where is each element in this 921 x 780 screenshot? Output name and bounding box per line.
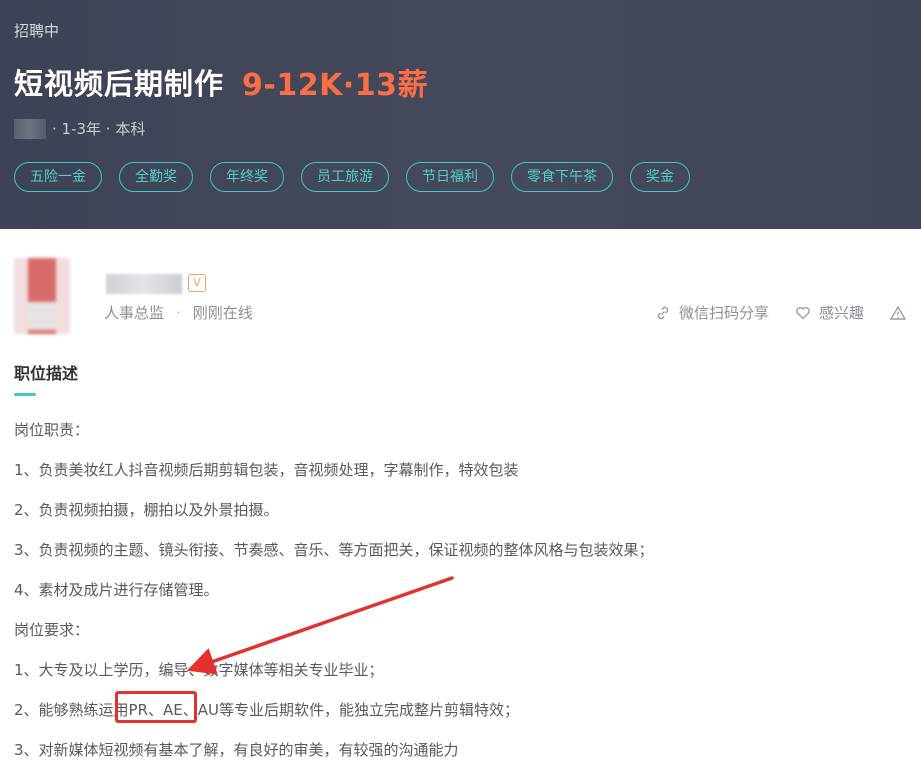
title-row: 短视频后期制作 9-12K·13薪 xyxy=(14,62,428,103)
job-actions: 微信扫码分享 感兴趣 xyxy=(629,302,914,323)
benefit-tag: 零食下午茶 xyxy=(511,162,613,192)
salary: 9-12K·13薪 xyxy=(242,68,428,103)
benefit-tag: 全勤奖 xyxy=(119,162,193,192)
description-line: 岗位要求： xyxy=(14,621,90,639)
description-line: 岗位职责： xyxy=(14,421,90,439)
warning-icon xyxy=(890,305,906,320)
description-line: 3、负责视频的主题、镜头衔接、节奏感、音乐、等方面把关，保证视频的整体风格与包装… xyxy=(14,541,654,559)
avatar[interactable] xyxy=(14,258,70,334)
benefit-tag: 五险一金 xyxy=(14,162,102,192)
benefit-tag: 节日福利 xyxy=(406,162,494,192)
benefit-tag: 员工旅游 xyxy=(301,162,389,192)
benefit-tag: 年终奖 xyxy=(210,162,284,192)
recruiter-name-blurred xyxy=(106,274,182,294)
recruiter-card: V 人事总监 · 刚刚在线 微信扫码分享 感兴趣 xyxy=(14,258,914,338)
description-line: 3、对新媒体短视频有基本了解，有良好的审美，有较强的沟通能力 xyxy=(14,741,459,759)
benefit-tag: 奖金 xyxy=(630,162,690,192)
recruiting-status: 招聘中 xyxy=(14,22,60,40)
job-title: 短视频后期制作 xyxy=(14,67,225,101)
description-line: 2、负责视频拍摄，棚拍以及外景拍摄。 xyxy=(14,501,279,519)
annotation-highlight-box xyxy=(115,691,197,723)
description-line: 4、素材及成片进行存储管理。 xyxy=(14,581,219,599)
job-header: 招聘中 短视频后期制作 9-12K·13薪 · 1-3年 · 本科 五险一金 全… xyxy=(0,0,921,229)
link-icon xyxy=(657,306,669,319)
job-meta: · 1-3年 · 本科 xyxy=(14,118,145,139)
benefit-tags: 五险一金 全勤奖 年终奖 员工旅游 节日福利 零食下午茶 奖金 xyxy=(14,162,707,192)
job-requirements-meta: · 1-3年 · 本科 xyxy=(52,120,146,138)
interest-label: 感兴趣 xyxy=(818,304,864,322)
recruiter-role: 人事总监 xyxy=(104,304,165,322)
section-underline xyxy=(14,393,36,396)
section-title: 职位描述 xyxy=(14,364,79,383)
verified-icon: V xyxy=(188,274,206,292)
report-button[interactable] xyxy=(890,305,914,321)
share-label: 微信扫码分享 xyxy=(678,304,769,322)
online-status: 刚刚在线 xyxy=(192,304,253,322)
recruiter-info: 人事总监 · 刚刚在线 xyxy=(104,302,253,323)
separator: · xyxy=(176,304,181,322)
interest-button[interactable]: 感兴趣 xyxy=(795,302,864,323)
job-description: 岗位职责： 1、负责美妆红人抖音视频后期剪辑包装，音视频处理，字幕制作，特效包装… xyxy=(14,420,894,780)
heart-icon xyxy=(796,306,810,319)
blurred-location xyxy=(14,118,46,139)
share-button[interactable]: 微信扫码分享 xyxy=(655,302,769,323)
description-line: 1、负责美妆红人抖音视频后期剪辑包装，音视频处理，字幕制作，特效包装 xyxy=(14,461,519,479)
